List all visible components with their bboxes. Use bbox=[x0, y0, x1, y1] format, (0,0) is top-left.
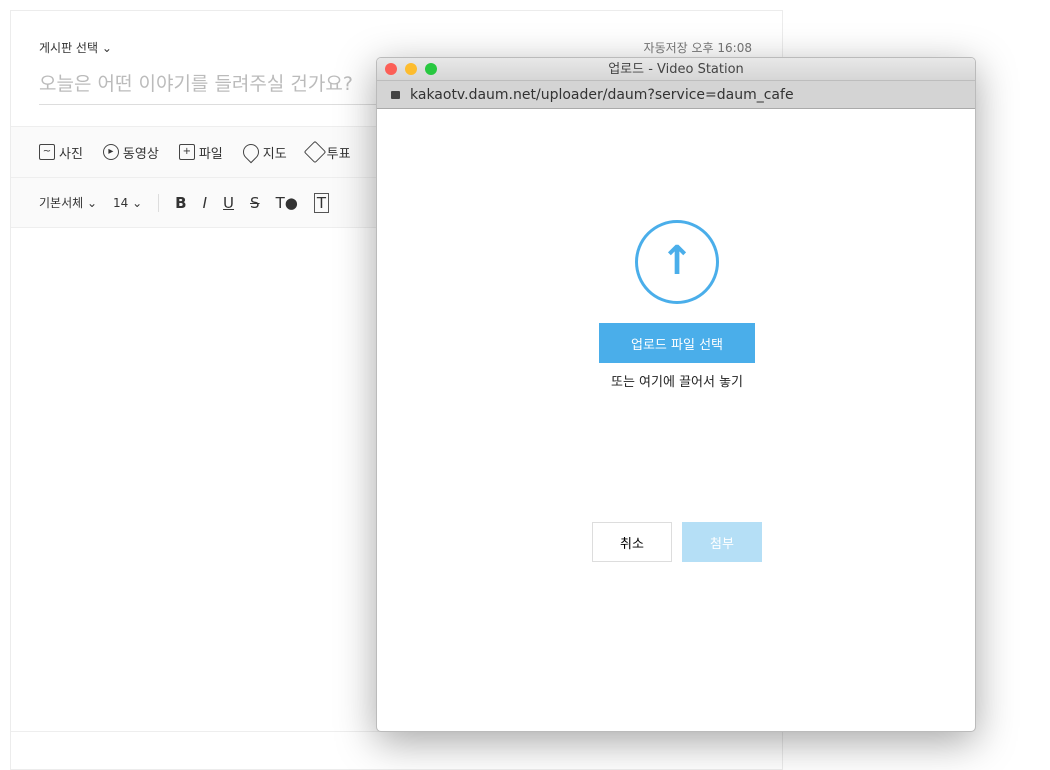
lock-icon bbox=[391, 91, 400, 99]
map-pin-icon bbox=[239, 140, 263, 164]
font-family-select[interactable]: 기본서체 ⌄ bbox=[39, 194, 97, 211]
window-title: 업로드 - Video Station bbox=[608, 62, 744, 77]
image-icon: ~ bbox=[39, 144, 55, 160]
play-icon: ▸ bbox=[102, 144, 119, 160]
insert-map-button[interactable]: 지도 bbox=[239, 140, 287, 164]
strike-button[interactable]: S bbox=[250, 194, 260, 212]
close-window-button[interactable] bbox=[385, 63, 397, 75]
label: 지도 bbox=[262, 146, 287, 162]
select-upload-file-button[interactable]: 업로드 파일 선택 bbox=[599, 323, 755, 363]
drop-zone-text: 또는 여기에 끌어서 놓기 bbox=[611, 375, 743, 390]
bold-button[interactable]: B bbox=[175, 194, 186, 212]
maximize-window-button[interactable] bbox=[425, 63, 437, 75]
cancel-button[interactable]: 취소 bbox=[592, 522, 672, 562]
text-color-button[interactable]: T● bbox=[276, 194, 298, 212]
upload-popup-window: 업로드 - Video Station kakaotv.daum.net/upl… bbox=[376, 57, 976, 732]
label: 파일 bbox=[198, 146, 223, 162]
minimize-window-button[interactable] bbox=[405, 63, 417, 75]
url-text: kakaotv.daum.net/uploader/daum?service=d… bbox=[410, 87, 794, 103]
label: 사진 bbox=[59, 146, 83, 162]
file-plus-icon: + bbox=[178, 144, 195, 160]
insert-vote-button[interactable]: 투표 bbox=[303, 140, 351, 164]
bg-color-button[interactable]: T bbox=[313, 192, 329, 213]
autosave-status: 자동저장 오후 16:08 bbox=[643, 41, 752, 55]
italic-button[interactable]: I bbox=[203, 194, 207, 212]
underline-button[interactable]: U bbox=[223, 194, 234, 212]
insert-photo-button[interactable]: ~ 사진 bbox=[39, 143, 83, 162]
vote-icon bbox=[303, 140, 326, 164]
url-bar: kakaotv.daum.net/uploader/daum?service=d… bbox=[377, 81, 975, 109]
upload-arrow-icon: ↑ bbox=[635, 220, 719, 304]
attach-button[interactable]: 첨부 bbox=[682, 522, 762, 562]
board-select[interactable]: 게시판 선택 ⌄ bbox=[39, 39, 112, 56]
label: 투표 bbox=[326, 146, 351, 162]
insert-file-button[interactable]: + 파일 bbox=[178, 143, 223, 162]
divider bbox=[158, 193, 160, 212]
label: 동영상 bbox=[122, 146, 159, 162]
insert-video-button[interactable]: ▸ 동영상 bbox=[102, 143, 159, 162]
font-size-select[interactable]: 14 ⌄ bbox=[113, 196, 142, 210]
window-titlebar: 업로드 - Video Station bbox=[377, 58, 975, 81]
